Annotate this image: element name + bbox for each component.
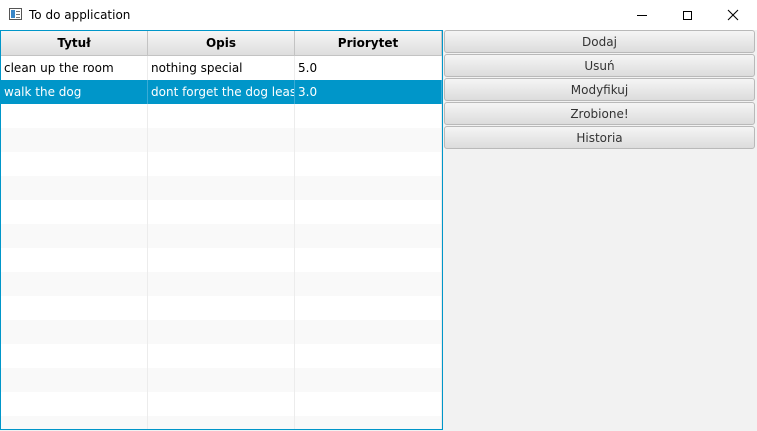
empty-cell xyxy=(1,296,148,320)
cell-priority: 5.0 xyxy=(295,56,442,80)
empty-table-row xyxy=(1,224,442,248)
empty-table-row xyxy=(1,176,442,200)
empty-table-row xyxy=(1,248,442,272)
empty-cell xyxy=(295,200,442,224)
table-row-selected[interactable]: walk the dog dont forget the dog leash 3… xyxy=(1,80,442,104)
empty-table-row xyxy=(1,200,442,224)
empty-cell xyxy=(1,104,148,128)
empty-cell xyxy=(148,152,295,176)
actions-panel: Dodaj Usuń Modyfikuj Zrobione! Historia xyxy=(444,30,756,150)
empty-cell xyxy=(1,392,148,416)
empty-cell xyxy=(148,104,295,128)
cell-title: walk the dog xyxy=(1,80,148,104)
empty-cell xyxy=(295,416,442,429)
cell-description: dont forget the dog leash xyxy=(148,80,295,104)
empty-cell xyxy=(1,416,148,429)
remove-button[interactable]: Usuń xyxy=(444,54,755,77)
tasks-table[interactable]: Tytuł Opis Priorytet clean up the room n… xyxy=(0,30,443,430)
close-button[interactable] xyxy=(710,0,756,30)
empty-cell xyxy=(148,272,295,296)
empty-cell xyxy=(295,344,442,368)
empty-cell xyxy=(1,176,148,200)
empty-cell xyxy=(148,176,295,200)
maximize-button[interactable] xyxy=(664,0,710,30)
empty-cell xyxy=(148,296,295,320)
empty-table-row xyxy=(1,416,442,429)
minimize-button[interactable] xyxy=(619,0,665,30)
empty-cell xyxy=(1,200,148,224)
empty-cell xyxy=(1,152,148,176)
empty-cell xyxy=(1,128,148,152)
empty-cell xyxy=(295,392,442,416)
empty-cell xyxy=(1,344,148,368)
maximize-icon xyxy=(682,10,692,20)
column-header-title[interactable]: Tytuł xyxy=(1,31,148,55)
empty-cell xyxy=(295,272,442,296)
column-header-priority[interactable]: Priorytet xyxy=(295,31,442,55)
empty-cell xyxy=(148,416,295,429)
history-button[interactable]: Historia xyxy=(444,126,755,149)
empty-cell xyxy=(148,368,295,392)
empty-cell xyxy=(295,320,442,344)
cell-title: clean up the room xyxy=(1,56,148,80)
empty-cell xyxy=(148,248,295,272)
empty-cell xyxy=(295,152,442,176)
empty-table-row xyxy=(1,344,442,368)
add-button[interactable]: Dodaj xyxy=(444,30,755,53)
cell-description: nothing special xyxy=(148,56,295,80)
app-icon xyxy=(9,8,22,20)
minimize-icon xyxy=(637,14,647,16)
empty-cell xyxy=(295,248,442,272)
empty-table-row xyxy=(1,368,442,392)
main-content: Tytuł Opis Priorytet clean up the room n… xyxy=(0,30,757,431)
empty-cell xyxy=(295,104,442,128)
empty-cell xyxy=(295,128,442,152)
empty-cell xyxy=(148,392,295,416)
empty-cell xyxy=(1,224,148,248)
empty-cell xyxy=(295,368,442,392)
empty-table-row xyxy=(1,272,442,296)
empty-table-row xyxy=(1,320,442,344)
empty-table-row xyxy=(1,152,442,176)
empty-cell xyxy=(148,344,295,368)
empty-cell xyxy=(295,176,442,200)
cell-priority: 3.0 xyxy=(295,80,442,104)
empty-cell xyxy=(1,368,148,392)
window-title: To do application xyxy=(29,8,131,22)
empty-cell xyxy=(1,248,148,272)
empty-cell xyxy=(1,320,148,344)
table-row[interactable]: clean up the room nothing special 5.0 xyxy=(1,56,442,80)
empty-cell xyxy=(148,200,295,224)
modify-button[interactable]: Modyfikuj xyxy=(444,78,755,101)
empty-cell xyxy=(148,320,295,344)
empty-cell xyxy=(148,224,295,248)
close-icon xyxy=(727,9,739,21)
done-button[interactable]: Zrobione! xyxy=(444,102,755,125)
empty-cell xyxy=(1,272,148,296)
empty-cell xyxy=(148,128,295,152)
column-header-description[interactable]: Opis xyxy=(148,31,295,55)
title-bar: To do application xyxy=(0,0,757,30)
empty-table-row xyxy=(1,296,442,320)
empty-cell xyxy=(295,296,442,320)
table-header: Tytuł Opis Priorytet xyxy=(1,31,442,56)
empty-table-row xyxy=(1,392,442,416)
empty-cell xyxy=(295,224,442,248)
empty-table-row xyxy=(1,128,442,152)
empty-table-row xyxy=(1,104,442,128)
